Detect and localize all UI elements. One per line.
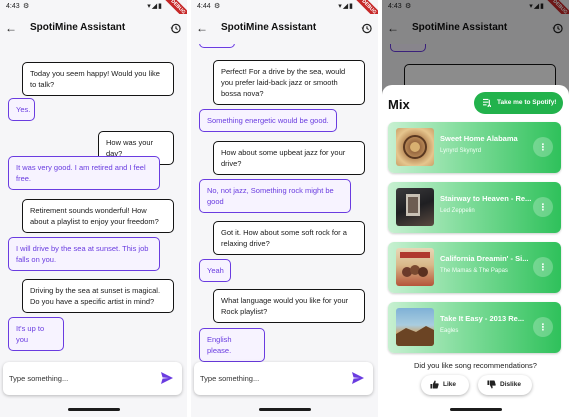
settings-status-icon: ⚙ (214, 3, 221, 10)
message-input[interactable] (200, 371, 340, 386)
more-options-icon[interactable]: ⋮ (533, 137, 553, 157)
bot-message: Retirement sounds wonderful! How about a… (22, 199, 174, 233)
app-bar: ← SpotiMine Assistant (0, 14, 187, 44)
feedback-question: Did you like song recommendations? (414, 361, 537, 370)
message-input[interactable] (9, 371, 149, 386)
bot-message: Today you seem happy! Would you like to … (22, 62, 174, 96)
album-art-image (396, 128, 434, 166)
bot-message: Driving by the sea at sunset is magical.… (22, 279, 174, 313)
message-composer (3, 362, 182, 395)
send-icon[interactable] (351, 371, 365, 385)
user-message: Yeah (199, 259, 231, 282)
song-artist: Led Zeppelin (440, 208, 475, 214)
user-message: Something energetic would be good. (199, 109, 337, 132)
bot-message: What language would you like for your Ro… (213, 289, 365, 323)
bot-message: Perfect! For a drive by the sea, would y… (213, 60, 365, 105)
page-title: SpotiMine Assistant (30, 22, 126, 33)
song-card[interactable]: Sweet Home Alabama Lynyrd Skynyrd ⋮ (388, 122, 561, 173)
message-composer (194, 362, 373, 395)
send-icon[interactable] (160, 371, 174, 385)
gesture-bar (0, 402, 187, 417)
user-message: No, not jazz, Something rock might be go… (199, 179, 351, 213)
album-art-image (396, 308, 434, 346)
user-message-partial (199, 44, 235, 48)
thumbs-down-icon (487, 380, 496, 389)
song-title: Take It Easy - 2013 Re... (440, 314, 525, 323)
more-options-icon[interactable]: ⋮ (533, 257, 553, 277)
song-artist: The Mamas & The Papas (440, 268, 508, 274)
user-message: Yes. (8, 98, 35, 121)
user-message: I will drive by the sea at sunset. This … (8, 237, 160, 271)
thumbs-up-icon (430, 380, 439, 389)
gesture-bar (191, 402, 378, 417)
song-artist: Lynyrd Skynyrd (440, 148, 482, 154)
open-spotify-button[interactable]: Take me to Spotify! (474, 92, 563, 114)
status-time: 4:44 (197, 3, 211, 10)
album-art-image (396, 188, 434, 226)
network-status-icon: ▾◢▮ (147, 3, 163, 10)
home-indicator[interactable] (450, 408, 502, 411)
chat-list[interactable]: Perfect! For a drive by the sea, would y… (191, 44, 378, 362)
mix-bottom-sheet: Mix Take me to Spotify! Sweet Home Alaba… (382, 85, 569, 402)
bot-message: Got it. How about some soft rock for a r… (213, 221, 365, 255)
status-time: 4:43 (6, 3, 20, 10)
gesture-bar (382, 402, 569, 417)
status-bar: 4:43 ⚙ ▾◢▮ DEBUG (0, 0, 187, 23)
like-button[interactable]: Like (421, 375, 469, 395)
history-icon[interactable] (361, 23, 372, 34)
phone-screen-mix: 4:43 ⚙ ▾◢▮ DEBUG ← SpotiMine Assistant M… (382, 0, 569, 417)
back-arrow-icon[interactable]: ← (5, 20, 17, 36)
phone-screen-chat-1: 4:43 ⚙ ▾◢▮ DEBUG ← SpotiMine Assistant T… (0, 0, 187, 417)
dislike-label: Dislike (500, 381, 521, 388)
dislike-button[interactable]: Dislike (478, 375, 532, 395)
history-icon[interactable] (170, 23, 181, 34)
mix-title: Mix (388, 97, 410, 112)
song-title: California Dreamin' - Si... (440, 254, 529, 263)
open-spotify-label: Take me to Spotify! (497, 99, 557, 106)
user-message: It was very good. I am retired and I fee… (8, 156, 160, 190)
song-card[interactable]: Stairway to Heaven - Re... Led Zeppelin … (388, 182, 561, 233)
playlist-icon (483, 98, 491, 107)
more-options-icon[interactable]: ⋮ (533, 197, 553, 217)
chat-list[interactable]: Today you seem happy! Would you like to … (0, 44, 187, 362)
song-title: Sweet Home Alabama (440, 134, 518, 143)
more-options-icon[interactable]: ⋮ (533, 317, 553, 337)
back-arrow-icon[interactable]: ← (196, 20, 208, 36)
like-label: Like (443, 381, 457, 388)
song-artist: Eagles (440, 328, 459, 334)
home-indicator[interactable] (68, 408, 120, 411)
user-message: It's up to you (8, 317, 64, 351)
home-indicator[interactable] (259, 408, 311, 411)
phone-screen-chat-2: 4:44 ⚙ ▾◢▮ DEBUG ← SpotiMine Assistant P… (191, 0, 378, 417)
album-art-image (396, 248, 434, 286)
user-message: English please. (199, 328, 265, 362)
song-card[interactable]: California Dreamin' - Si... The Mamas & … (388, 242, 561, 293)
settings-status-icon: ⚙ (23, 3, 30, 10)
app-bar: ← SpotiMine Assistant (191, 14, 378, 44)
status-bar: 4:44 ⚙ ▾◢▮ DEBUG (191, 0, 378, 23)
network-status-icon: ▾◢▮ (338, 3, 354, 10)
bot-message: How about some upbeat jazz for your driv… (213, 141, 365, 175)
song-card[interactable]: Take It Easy - 2013 Re... Eagles ⋮ (388, 302, 561, 353)
page-title: SpotiMine Assistant (221, 22, 317, 33)
song-title: Stairway to Heaven - Re... (440, 194, 532, 203)
